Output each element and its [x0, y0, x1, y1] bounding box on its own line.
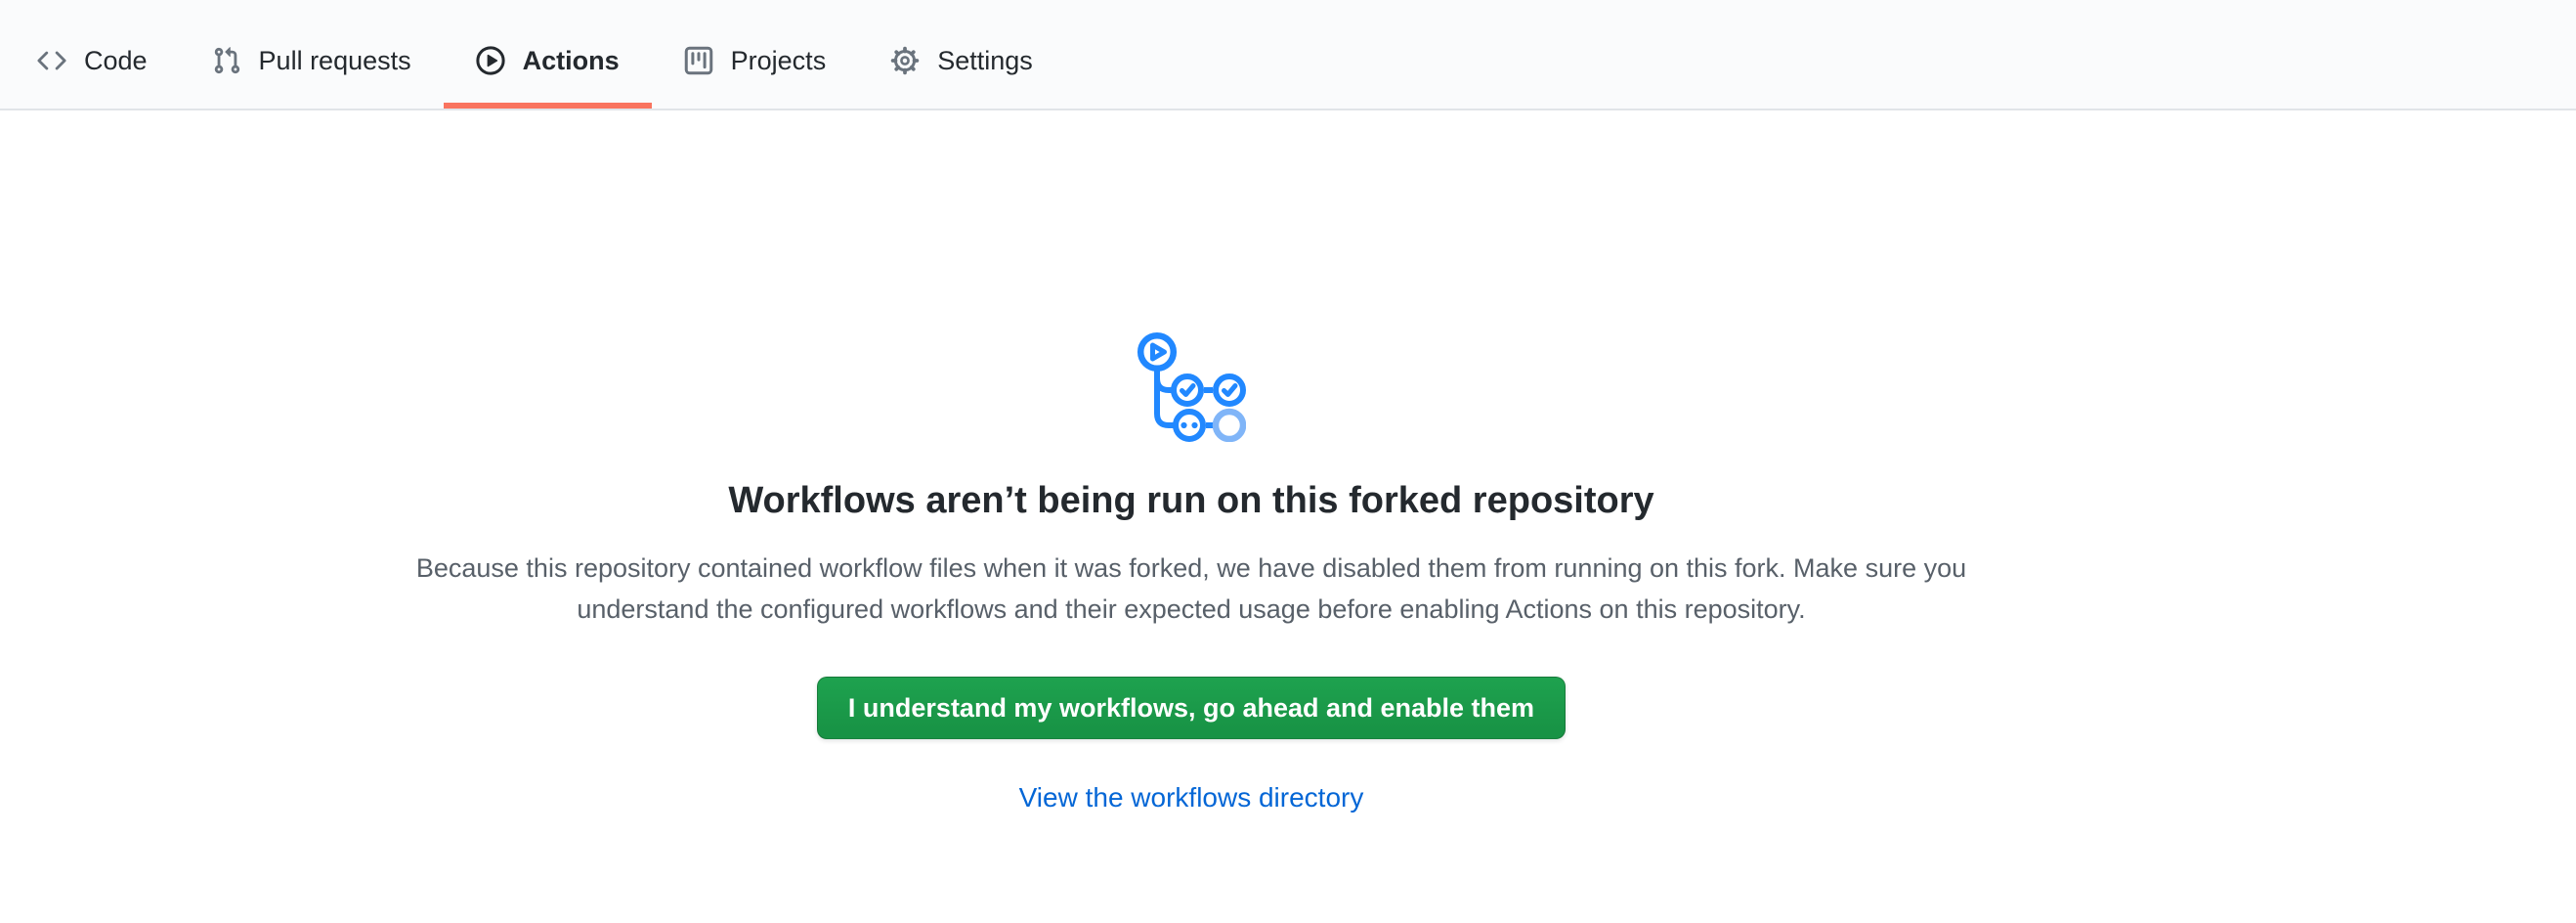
- git-pull-request-icon: [212, 46, 241, 75]
- tab-settings[interactable]: Settings: [858, 0, 1065, 109]
- workflow-icon: [1137, 331, 1246, 442]
- tab-label: Projects: [731, 46, 827, 75]
- tab-label: Actions: [523, 46, 620, 75]
- tab-pull-requests[interactable]: Pull requests: [180, 0, 444, 109]
- empty-state-description: Because this repository contained workfl…: [370, 548, 2012, 630]
- tab-label: Settings: [937, 46, 1033, 75]
- project-icon: [684, 46, 713, 75]
- actions-empty-state: Workflows aren’t being run on this forke…: [0, 110, 2383, 813]
- tab-projects[interactable]: Projects: [652, 0, 859, 109]
- code-icon: [37, 46, 66, 75]
- empty-state-title: Workflows aren’t being run on this forke…: [728, 477, 1653, 524]
- gear-icon: [890, 46, 920, 75]
- tab-actions[interactable]: Actions: [444, 0, 652, 109]
- play-icon: [476, 46, 505, 75]
- view-workflows-directory-link[interactable]: View the workflows directory: [1019, 782, 1364, 813]
- repo-nav: Code Pull requests Actions Projects: [0, 0, 2576, 110]
- enable-workflows-button[interactable]: I understand my workflows, go ahead and …: [817, 677, 1566, 739]
- tab-label: Pull requests: [259, 46, 411, 75]
- tab-code[interactable]: Code: [5, 0, 180, 109]
- tab-label: Code: [84, 46, 148, 75]
